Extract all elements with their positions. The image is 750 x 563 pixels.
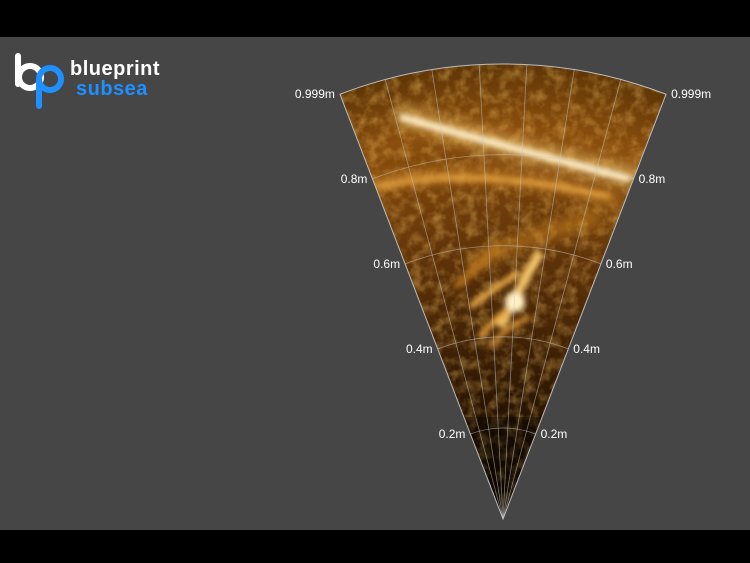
range-label-right: 0.6m	[606, 257, 633, 271]
range-label-right: 0.999m	[671, 87, 711, 101]
range-label-left: 0.6m	[373, 257, 400, 271]
range-label-left: 0.4m	[406, 342, 433, 356]
sonar-viewport[interactable]: blueprint subsea 0.2m 0.2m 0.4m 0.4m 0.6…	[0, 37, 750, 530]
range-label-right: 0.8m	[639, 172, 666, 186]
range-label-left: 0.2m	[439, 427, 466, 441]
app-window: blueprint subsea 0.2m 0.2m 0.4m 0.4m 0.6…	[0, 0, 750, 563]
sonar-image	[339, 64, 667, 519]
range-label-left: 0.8m	[341, 172, 368, 186]
range-label-right: 0.4m	[573, 342, 600, 356]
sonar-fan-display[interactable]: 0.2m 0.2m 0.4m 0.4m 0.6m 0.6m 0.8m 0.8m 0.999m 0.…	[0, 37, 750, 530]
range-label-right: 0.2m	[541, 427, 568, 441]
range-label-left: 0.999m	[295, 87, 335, 101]
